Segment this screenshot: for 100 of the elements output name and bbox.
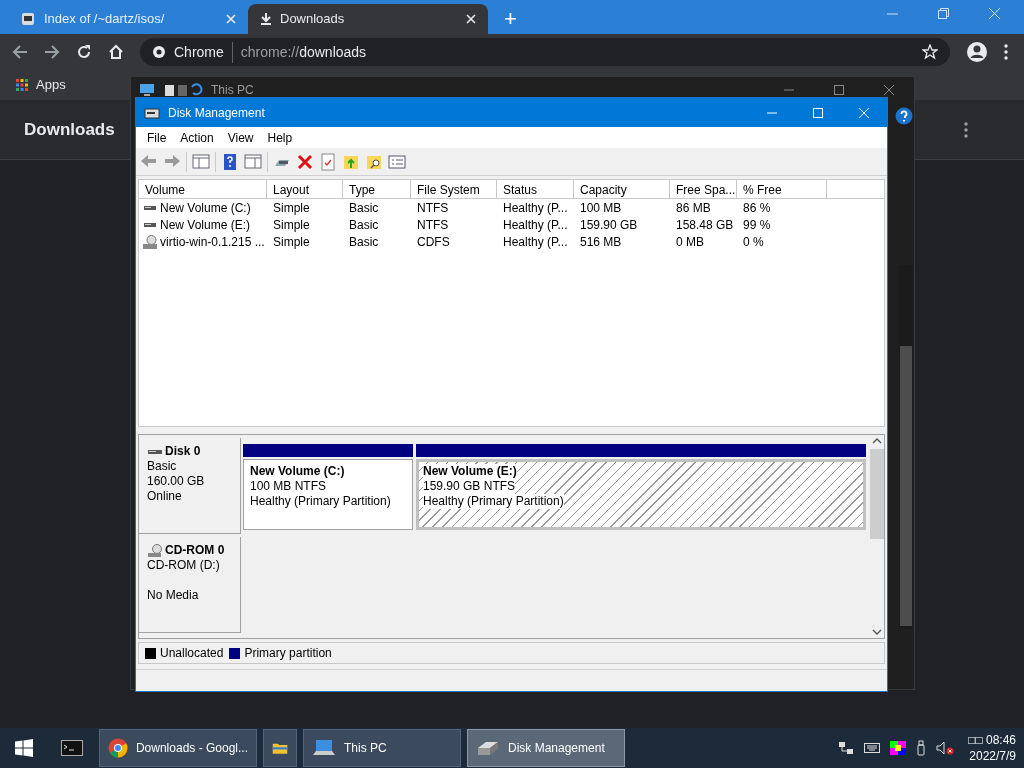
- table-cell-text: Simple: [272, 216, 311, 234]
- restore-icon[interactable]: [938, 8, 949, 19]
- scrollbar[interactable]: [899, 265, 913, 629]
- menu-item[interactable]: Action: [173, 128, 221, 147]
- disk-info: Online: [147, 489, 183, 504]
- legend-label: Primary partition: [244, 645, 332, 662]
- partition-name: New Volume (C:): [250, 464, 345, 479]
- table-cell-text: Basic: [348, 233, 380, 251]
- column-header[interactable]: File System: [411, 180, 497, 199]
- table-cell-text: 516 MB: [579, 233, 623, 251]
- column-header[interactable]: Status: [497, 180, 574, 199]
- terminal-icon[interactable]: [61, 740, 83, 756]
- legend-label: Unallocated: [160, 645, 224, 662]
- partition-box[interactable]: New Volume (C:) 100 MB NTFS Healthy (Primary Partition): [243, 459, 413, 530]
- disk-info: CD-ROM (D:): [147, 558, 221, 573]
- table-cell-text: 158.48 GB: [675, 216, 735, 234]
- table-cell-text: NTFS: [416, 199, 450, 217]
- table-cell-text: NTFS: [416, 216, 450, 234]
- partition-name: New Volume (E:): [423, 464, 517, 479]
- delete-icon[interactable]: [296, 152, 314, 171]
- browser-tab[interactable]: Index of /~dartz/isos/: [8, 4, 248, 34]
- browser-tab[interactable]: Downloads: [248, 4, 488, 34]
- table-cell-text: Healthy (P...: [502, 233, 569, 251]
- cd-drive-icon: [147, 543, 163, 558]
- column-header[interactable]: Free Spa...: [670, 180, 737, 199]
- back-icon[interactable]: [12, 44, 28, 60]
- download-icon: [260, 13, 272, 25]
- table-cell-text: New Volume (C:): [160, 199, 251, 217]
- page-icon: [20, 11, 36, 27]
- column-header[interactable]: Layout: [267, 180, 343, 199]
- menu-item[interactable]: File: [140, 128, 174, 147]
- maximize-icon[interactable]: [834, 85, 844, 95]
- column-header[interactable]: % Free: [737, 180, 827, 199]
- taskbar-button[interactable]: [263, 729, 297, 767]
- quick-access-icon[interactable]: [163, 83, 203, 97]
- taskbar-button[interactable]: Downloads - Googl...: [99, 729, 257, 767]
- chrome-icon: [108, 738, 128, 758]
- table-cell-text: Basic: [348, 199, 380, 217]
- clock-date: 2022/7/9: [969, 748, 1016, 764]
- close-icon[interactable]: [884, 85, 894, 95]
- panel-icon[interactable]: [192, 152, 210, 171]
- table-cell-text: Healthy (P...: [502, 199, 569, 217]
- windows-icon[interactable]: [15, 739, 33, 757]
- url-text: chrome://downloads: [231, 41, 367, 63]
- table-cell-text: virtio-win-0.1.215 ...: [160, 233, 265, 251]
- disk-name: CD-ROM 0: [165, 543, 225, 558]
- table-cell-text: Basic: [348, 216, 380, 234]
- network-icon[interactable]: [838, 741, 855, 755]
- menu-item[interactable]: View: [220, 128, 261, 147]
- table-cell-text: 0 MB: [675, 233, 705, 251]
- page-title: Downloads: [24, 118, 115, 141]
- checklist-icon[interactable]: [319, 152, 337, 171]
- chrome-icon: [152, 45, 166, 59]
- window-title: Disk Management: [168, 104, 265, 122]
- window-title: This PC: [211, 82, 254, 99]
- table-cell-text: Simple: [272, 199, 311, 217]
- partition-box[interactable]: New Volume (E:) 159.90 GB NTFS Healthy (Primary Partition): [416, 459, 866, 530]
- home-icon[interactable]: [108, 44, 124, 60]
- scrollbar[interactable]: [869, 435, 884, 638]
- table-cell-text: 99 %: [742, 216, 772, 234]
- clock-time: □□ 08:46: [968, 732, 1016, 748]
- color-display-icon[interactable]: [890, 741, 907, 755]
- table-cell-text: 100 MB: [579, 199, 623, 217]
- taskbar-button[interactable]: This PC: [303, 729, 461, 767]
- table-cell-text: Healthy (P...: [502, 216, 569, 234]
- site-label: Chrome: [174, 42, 224, 62]
- table-cell-text: 86 %: [742, 199, 772, 217]
- reload-icon[interactable]: [76, 44, 92, 60]
- account-icon[interactable]: [966, 41, 988, 63]
- speaker-muted-icon[interactable]: [936, 741, 955, 755]
- computer-icon: [139, 83, 155, 97]
- usb-icon[interactable]: [916, 740, 927, 756]
- taskbar-button[interactable]: Disk Management: [467, 729, 625, 767]
- table-cell-text: CDFS: [416, 233, 451, 251]
- partition-status: Healthy (Primary Partition): [423, 494, 564, 509]
- column-header[interactable]: Volume: [139, 180, 267, 199]
- more-icon[interactable]: [964, 121, 968, 138]
- partition-status: Healthy (Primary Partition): [250, 494, 391, 509]
- table-cell-text: 86 MB: [675, 199, 712, 217]
- keyboard-icon[interactable]: [864, 742, 881, 754]
- forward-icon[interactable]: [44, 44, 60, 60]
- column-header[interactable]: Type: [343, 180, 411, 199]
- cd-drive-icon: [143, 234, 157, 249]
- help-icon[interactable]: [895, 107, 913, 125]
- star-icon[interactable]: [922, 44, 938, 60]
- panel-icon[interactable]: [244, 152, 262, 171]
- menu-item[interactable]: Help: [260, 128, 300, 147]
- new-tab-button[interactable]: +: [504, 8, 517, 30]
- scrollbar-thumb[interactable]: [900, 346, 912, 626]
- clock[interactable]: □□ 08:46 2022/7/9: [968, 732, 1016, 764]
- disk-name: Disk 0: [165, 444, 201, 459]
- column-header[interactable]: Capacity: [574, 180, 670, 199]
- drive-icon: [144, 205, 156, 210]
- table-cell-text: 159.90 GB: [579, 216, 639, 234]
- menu-icon[interactable]: [1004, 44, 1008, 60]
- scrollbar-thumb[interactable]: [869, 449, 884, 539]
- disk-info: No Media: [147, 588, 200, 603]
- address-bar[interactable]: Chrome chrome://downloads: [140, 38, 950, 66]
- bookmark[interactable]: Apps: [16, 75, 66, 95]
- table-cell-text: New Volume (E:): [160, 216, 251, 234]
